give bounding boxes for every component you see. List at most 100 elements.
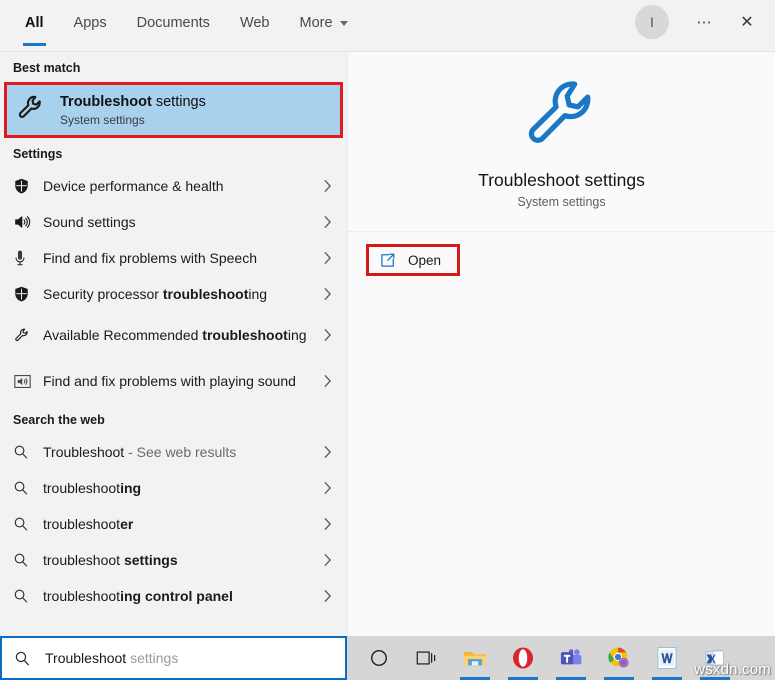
search-typed-text: Troubleshoot <box>45 650 127 666</box>
more-options-button[interactable]: ⋯ <box>685 4 725 40</box>
tab-apps[interactable]: Apps <box>59 0 122 46</box>
list-item-label: troubleshoot settings <box>43 552 317 569</box>
list-item-label: Find and fix problems with playing sound <box>43 373 317 390</box>
preview-card: Troubleshoot settings System settings <box>348 52 775 232</box>
shield-icon <box>13 285 43 303</box>
label-suffix: - See web results <box>124 443 237 460</box>
list-item[interactable]: troubleshooting control panel <box>0 578 347 614</box>
search-icon <box>13 480 43 496</box>
tab-web-label: Web <box>239 15 270 31</box>
avatar-initial: I <box>650 14 654 30</box>
label-plain: Troubleshoot <box>43 443 125 460</box>
chevron-right-icon <box>317 328 337 342</box>
label-bold: settings <box>123 551 178 568</box>
chevron-right-icon <box>317 215 337 229</box>
task-view-icon[interactable] <box>403 636 451 680</box>
close-button[interactable]: ✕ <box>727 4 767 40</box>
open-in-new-icon <box>379 252 396 269</box>
label-plain: troubleshoot <box>43 479 121 496</box>
settings-heading: Settings <box>13 147 63 161</box>
chevron-right-icon <box>317 517 337 531</box>
list-item-label: Find and fix problems with Speech <box>43 250 317 267</box>
list-item-label: Troubleshoot - See web results <box>43 444 317 461</box>
search-input[interactable]: Troubleshoot settings <box>0 636 347 680</box>
list-item-label: Device performance & health <box>43 178 317 195</box>
tab-web[interactable]: Web <box>225 0 285 46</box>
list-item[interactable]: Troubleshoot - See web results <box>0 434 347 470</box>
header-controls: I ⋯ ✕ <box>635 4 767 40</box>
cortana-icon[interactable] <box>355 636 403 680</box>
microsoft-excel-icon[interactable] <box>691 636 739 680</box>
label-tail: ing <box>287 326 307 343</box>
label-plain: Find and fix problems with Speech <box>43 249 257 266</box>
windows-search-window: All Apps Documents Web More I ⋯ ✕ Best m… <box>0 0 775 680</box>
list-item-label: troubleshooting <box>43 480 317 497</box>
wrench-icon <box>16 93 60 128</box>
microphone-icon <box>13 249 43 268</box>
label-plain: Security processor <box>43 285 163 302</box>
filter-tabs: All Apps Documents Web More <box>0 0 363 46</box>
search-icon <box>13 516 43 532</box>
label-plain: troubleshoot <box>43 587 121 604</box>
label-tail: ing <box>248 285 268 302</box>
tab-more-label: More <box>299 15 333 31</box>
list-item-label: troubleshooter <box>43 516 317 533</box>
search-body: Best match Troubleshoot settings System … <box>0 52 775 680</box>
search-input-text: Troubleshoot settings <box>45 650 178 666</box>
preview-subtitle: System settings <box>517 194 606 209</box>
chevron-right-icon <box>317 445 337 459</box>
tab-more[interactable]: More <box>285 0 363 46</box>
best-match-title-rest: settings <box>151 93 206 110</box>
google-chrome-icon[interactable] <box>595 636 643 680</box>
list-item[interactable]: Available Recommended troubleshooting <box>0 312 347 358</box>
list-item[interactable]: troubleshooting <box>0 470 347 506</box>
chevron-right-icon <box>317 589 337 603</box>
list-item[interactable]: Security processor troubleshooting <box>0 276 347 312</box>
best-match-title: Troubleshoot settings <box>60 93 206 111</box>
list-item[interactable]: troubleshooter <box>0 506 347 542</box>
label-plain: troubleshoot <box>43 515 121 532</box>
label-plain: Sound settings <box>43 213 136 230</box>
chevron-right-icon <box>317 287 337 301</box>
list-item[interactable]: Device performance & health <box>0 168 347 204</box>
search-icon <box>13 552 43 568</box>
tab-all[interactable]: All <box>10 0 59 46</box>
search-header: All Apps Documents Web More I ⋯ ✕ <box>0 0 775 52</box>
list-item[interactable]: Find and fix problems with playing sound <box>0 358 347 404</box>
tab-apps-label: Apps <box>73 15 107 31</box>
label-plain: troubleshoot <box>43 551 124 568</box>
ellipsis-icon: ⋯ <box>696 14 714 31</box>
file-explorer-icon[interactable] <box>451 636 499 680</box>
list-item-label: troubleshooting control panel <box>43 588 317 605</box>
tab-documents[interactable]: Documents <box>122 0 225 46</box>
list-item[interactable]: Find and fix problems with Speech <box>0 240 347 276</box>
preview-title: Troubleshoot settings <box>478 169 645 190</box>
preview-actions: Open <box>348 232 775 288</box>
best-match-text: Troubleshoot settings System settings <box>60 93 206 128</box>
avatar[interactable]: I <box>635 5 669 39</box>
opera-icon[interactable] <box>499 636 547 680</box>
search-suggestion-text: settings <box>126 650 179 666</box>
best-match-heading: Best match <box>13 61 81 75</box>
list-item-label: Sound settings <box>43 214 317 231</box>
label-plain: Device performance & health <box>43 177 224 194</box>
open-button[interactable]: Open <box>366 244 461 276</box>
list-item[interactable]: Sound settings <box>0 204 347 240</box>
microsoft-word-icon[interactable] <box>643 636 691 680</box>
best-match-result[interactable]: Troubleshoot settings System settings <box>4 82 343 138</box>
microsoft-teams-icon[interactable] <box>547 636 595 680</box>
label-plain: Available Recommended <box>43 326 203 343</box>
chevron-right-icon <box>317 251 337 265</box>
speaker-icon <box>13 213 43 231</box>
chevron-right-icon <box>317 481 337 495</box>
tab-all-label: All <box>25 15 44 31</box>
preview-pane: Troubleshoot settings System settings Op… <box>347 52 775 680</box>
chevron-right-icon <box>317 179 337 193</box>
taskbar: wsxdn.com <box>347 636 775 680</box>
label-bold: troubleshoot <box>202 326 288 343</box>
chevron-down-icon <box>339 20 348 26</box>
list-item-label: Security processor troubleshooting <box>43 286 317 303</box>
list-item[interactable]: troubleshoot settings <box>0 542 347 578</box>
tab-documents-label: Documents <box>136 15 210 31</box>
list-item-label: Available Recommended troubleshooting <box>43 327 317 344</box>
